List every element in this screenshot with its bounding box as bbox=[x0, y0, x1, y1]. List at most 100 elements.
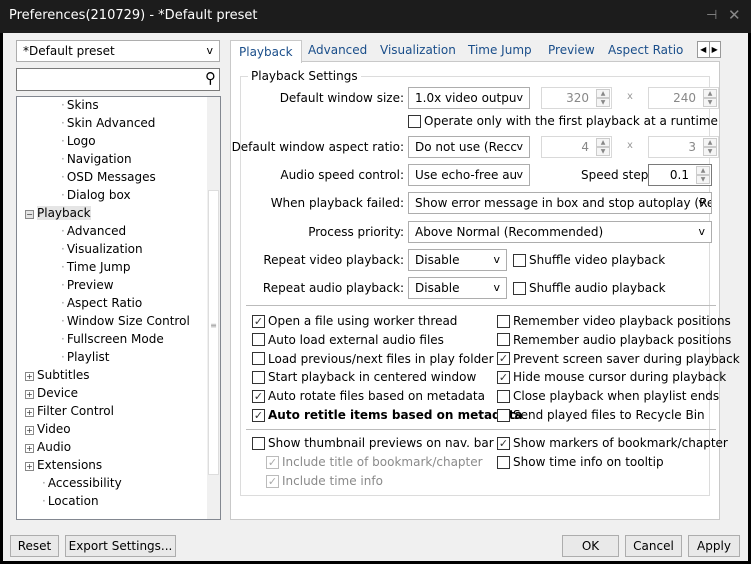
operate-first-checkbox[interactable]: Operate only with the first playback at … bbox=[408, 112, 718, 130]
spin-up-icon[interactable]: ▲ bbox=[596, 138, 610, 147]
checkbox-icon[interactable] bbox=[252, 436, 265, 450]
tab-preview[interactable]: Preview bbox=[548, 40, 595, 62]
checkbox-checked-icon[interactable]: ✓ bbox=[252, 314, 265, 328]
tree-item[interactable]: · Dialog box bbox=[61, 188, 131, 206]
window-size-dropdown[interactable]: 1.0x video outpu v bbox=[408, 87, 530, 109]
tree-item[interactable]: + Audio bbox=[25, 440, 71, 458]
option-checkbox[interactable]: Remember video playback positions bbox=[497, 312, 731, 330]
spin-down-icon[interactable]: ▼ bbox=[703, 98, 717, 107]
checkbox-checked-icon[interactable]: ✓ bbox=[497, 370, 510, 384]
tree-item[interactable]: · Fullscreen Mode bbox=[61, 332, 164, 350]
apply-button[interactable]: Apply bbox=[688, 535, 740, 557]
plus-icon[interactable]: + bbox=[25, 372, 34, 381]
checkbox-icon[interactable] bbox=[252, 352, 265, 366]
checkbox-icon[interactable] bbox=[497, 408, 510, 422]
option-checkbox[interactable]: ✓ Hide mouse cursor during playback bbox=[497, 368, 726, 386]
tree-item[interactable]: · Time Jump bbox=[61, 260, 130, 278]
search-input[interactable]: ⚲ bbox=[16, 68, 220, 91]
shuffle-video-checkbox[interactable]: Shuffle video playback bbox=[513, 251, 665, 269]
audio-speed-dropdown[interactable]: Use echo-free au v bbox=[408, 164, 530, 186]
spin-up-icon[interactable]: ▲ bbox=[703, 138, 717, 147]
tree-item[interactable]: · OSD Messages bbox=[61, 170, 156, 188]
pin-icon[interactable]: ⊣ bbox=[706, 8, 717, 23]
search-icon[interactable]: ⚲ bbox=[205, 69, 216, 87]
minus-icon[interactable]: − bbox=[25, 210, 34, 219]
thumbnail-option-checkbox[interactable]: Show thumbnail previews on nav. bar bbox=[252, 434, 494, 452]
spin-down-icon[interactable]: ▼ bbox=[703, 147, 717, 156]
width-spinner[interactable]: 320 ▲ ▼ bbox=[541, 87, 612, 109]
tree-item[interactable]: · Skin Advanced bbox=[61, 116, 155, 134]
spin-down-icon[interactable]: ▼ bbox=[596, 147, 610, 156]
tree-item[interactable]: · Skins bbox=[61, 98, 99, 116]
option-checkbox[interactable]: Load previous/next files in play folder bbox=[252, 350, 494, 368]
checkbox-icon[interactable] bbox=[513, 281, 526, 295]
tab-playback[interactable]: Playback bbox=[230, 40, 302, 63]
plus-icon[interactable]: + bbox=[25, 390, 34, 399]
checkbox-checked-icon[interactable]: ✓ bbox=[497, 436, 510, 450]
tab-advanced[interactable]: Advanced bbox=[308, 40, 367, 62]
repeat-audio-dropdown[interactable]: Disable v bbox=[408, 277, 507, 299]
shuffle-audio-checkbox[interactable]: Shuffle audio playback bbox=[513, 279, 666, 297]
spin-up-icon[interactable]: ▲ bbox=[703, 89, 717, 98]
option-checkbox[interactable]: Auto load external audio files bbox=[252, 331, 444, 349]
export-settings-button[interactable]: Export Settings... bbox=[65, 535, 176, 557]
checkbox-checked-icon[interactable]: ✓ bbox=[252, 389, 265, 403]
option-checkbox[interactable]: Send played files to Recycle Bin bbox=[497, 406, 705, 424]
tree-item[interactable]: · Navigation bbox=[61, 152, 132, 170]
tree-item[interactable]: + Extensions bbox=[25, 458, 102, 476]
tree-item[interactable]: · Window Size Control bbox=[61, 314, 190, 332]
tree-item[interactable]: · Location bbox=[42, 494, 99, 512]
category-tree[interactable]: ≡ · Skins · Skin Advanced · Logo · Navigation · O… bbox=[16, 96, 221, 520]
aspect-width-spinner[interactable]: 4 ▲ ▼ bbox=[541, 136, 612, 158]
reset-button[interactable]: Reset bbox=[10, 535, 59, 557]
preset-dropdown[interactable]: *Default preset v bbox=[16, 40, 220, 62]
tree-item[interactable]: − Playback bbox=[25, 206, 91, 224]
option-checkbox[interactable]: ✓ Open a file using worker thread bbox=[252, 312, 457, 330]
tree-item[interactable]: · Advanced bbox=[61, 224, 126, 242]
plus-icon[interactable]: + bbox=[25, 426, 34, 435]
checkbox-checked-icon[interactable]: ✓ bbox=[252, 408, 265, 422]
option-checkbox[interactable]: ✓ Auto retitle items based on metadata bbox=[252, 406, 523, 424]
arrow-right-icon[interactable]: ▶ bbox=[710, 42, 721, 57]
plus-icon[interactable]: + bbox=[25, 408, 34, 417]
checkbox-icon[interactable] bbox=[497, 314, 510, 328]
checkbox-checked-icon[interactable]: ✓ bbox=[497, 352, 510, 366]
tree-item[interactable]: + Subtitles bbox=[25, 368, 90, 386]
tree-item[interactable]: + Video bbox=[25, 422, 71, 440]
spin-down-icon[interactable]: ▼ bbox=[596, 98, 610, 107]
spin-up-icon[interactable]: ▲ bbox=[696, 166, 710, 175]
tree-item[interactable]: · Preview bbox=[61, 278, 114, 296]
tree-item[interactable]: · Aspect Ratio bbox=[61, 296, 142, 314]
process-priority-dropdown[interactable]: Above Normal (Recommended) v bbox=[408, 221, 712, 243]
playback-failed-dropdown[interactable]: Show error message in box and stop autop… bbox=[408, 192, 712, 214]
thumbnail-option-checkbox[interactable]: Show time info on tooltip bbox=[497, 453, 664, 471]
repeat-video-dropdown[interactable]: Disable v bbox=[408, 249, 507, 271]
arrow-left-icon[interactable]: ◀ bbox=[698, 42, 710, 57]
option-checkbox[interactable]: Close playback when playlist ends bbox=[497, 387, 719, 405]
tab-visualization[interactable]: Visualization bbox=[380, 40, 456, 62]
plus-icon[interactable]: + bbox=[25, 462, 34, 471]
spin-down-icon[interactable]: ▼ bbox=[696, 175, 710, 184]
checkbox-icon[interactable] bbox=[252, 370, 265, 384]
checkbox-icon[interactable] bbox=[252, 333, 265, 347]
checkbox-icon[interactable] bbox=[513, 253, 526, 267]
checkbox-icon[interactable] bbox=[408, 114, 421, 128]
tree-scrollbar[interactable]: ≡ bbox=[207, 97, 220, 519]
tab-time-jump[interactable]: Time Jump bbox=[468, 40, 532, 62]
close-icon[interactable]: ✕ bbox=[728, 6, 741, 24]
option-checkbox[interactable]: Start playback in centered window bbox=[252, 368, 476, 386]
aspect-height-spinner[interactable]: 3 ▲ ▼ bbox=[648, 136, 719, 158]
checkbox-icon[interactable] bbox=[497, 455, 510, 469]
tab-scroll[interactable]: ◀ ▶ bbox=[697, 41, 721, 58]
scrollbar-thumb[interactable]: ≡ bbox=[208, 190, 219, 475]
tree-item[interactable]: · Playlist bbox=[61, 350, 109, 368]
tree-item[interactable]: · Logo bbox=[61, 134, 96, 152]
option-checkbox[interactable]: Remember audio playback positions bbox=[497, 331, 731, 349]
cancel-button[interactable]: Cancel bbox=[625, 535, 682, 557]
tree-item[interactable]: + Device bbox=[25, 386, 78, 404]
speed-step-spinner[interactable]: 0.1 ▲ ▼ bbox=[648, 164, 712, 186]
tree-item[interactable]: · Visualization bbox=[61, 242, 143, 260]
tree-item[interactable]: + Filter Control bbox=[25, 404, 114, 422]
plus-icon[interactable]: + bbox=[25, 444, 34, 453]
tree-item[interactable]: · Accessibility bbox=[42, 476, 122, 494]
